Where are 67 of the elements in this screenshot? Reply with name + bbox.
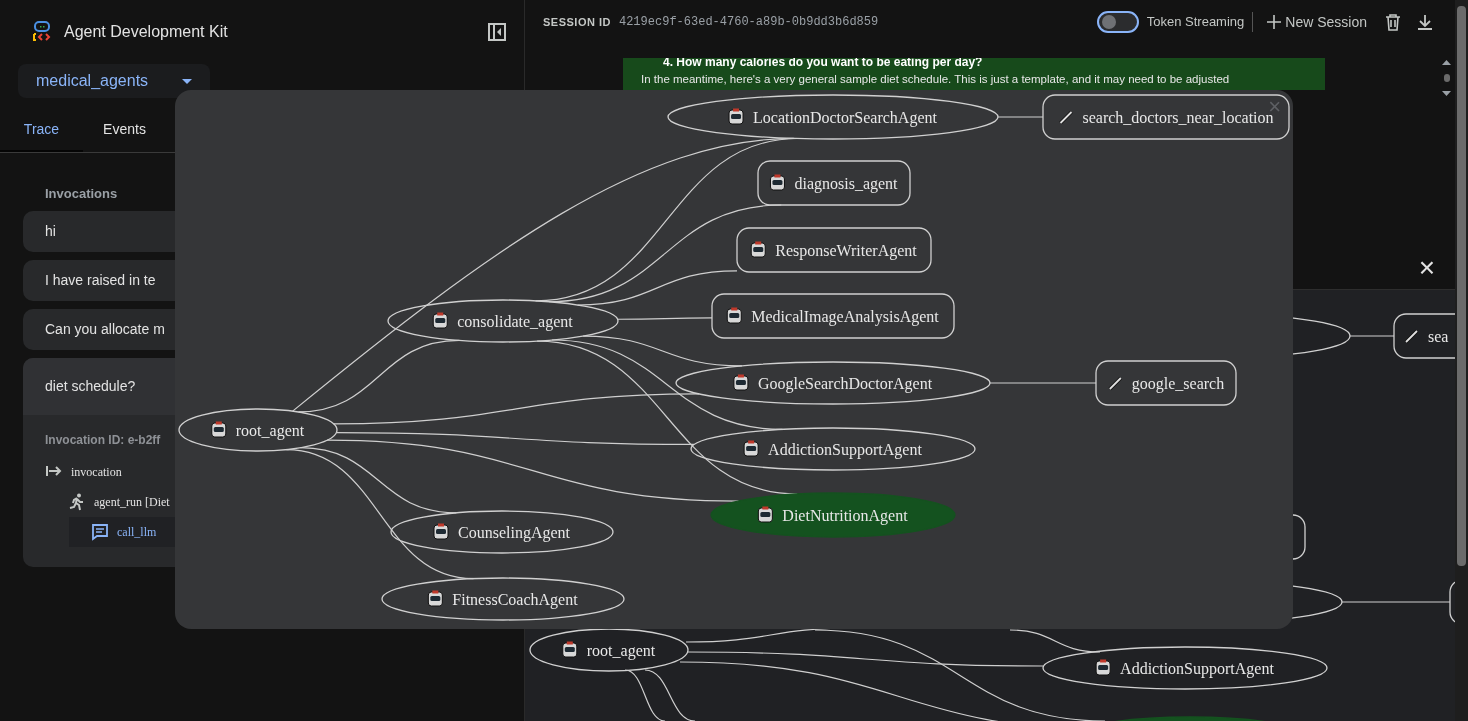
node-label: FitnessCoachAgent [452,590,578,608]
wrench-icon [1108,376,1123,391]
invocation-item[interactable]: I have raised in te [23,260,175,301]
app-select-value: medical_agents [36,71,149,91]
robot-icon [433,523,449,540]
scroll-down-icon [1442,91,1451,96]
node-label: DietNutritionAgent [782,506,908,524]
robot-icon [728,108,744,125]
plus-icon [1267,15,1282,29]
section-title: Invocations [44,185,119,203]
session-id: 4219ec9f-63ed-4760-a89b-0b9dd3b6d859 [618,14,880,31]
node-label: root_agent [586,641,656,659]
robot-icon [757,506,773,523]
trash-icon [1385,13,1401,31]
robot-icon [743,440,759,457]
edge-line [997,116,1044,118]
caret-icon [182,78,192,84]
panel-icon [488,23,506,41]
tab[interactable]: Events [83,108,166,152]
close-button[interactable]: × [1414,253,1439,282]
robot-icon [733,374,749,391]
node-label: CounselingAgent [458,523,570,541]
toggle-switch[interactable] [1096,11,1139,33]
node-label: LocationDoctorSearchAgent [753,108,937,126]
edge-line [624,669,666,721]
invocation-id: Invocation ID: e-b2ff [45,432,162,449]
node-label: google_search [1131,374,1225,392]
scroll-up-icon [1442,60,1451,65]
robot-icon [750,241,766,258]
wrench-icon [1404,329,1419,344]
robot-icon [211,421,227,438]
wrench-icon [1059,110,1073,125]
message-text: 4. How many calories do you want to be eating per day? [662,58,984,69]
session-label: SESSION ID [543,14,611,30]
robot-icon [432,312,448,329]
robot-icon [562,641,578,658]
chat-icon [91,523,109,541]
node-label: AddictionSupportAgent [1120,659,1274,677]
trace-span[interactable]: call_llm [69,517,175,547]
running-icon [68,493,86,511]
node-label: search_doctors_near_location [1082,108,1274,126]
node-label: root_agent [235,421,305,439]
new-session-button[interactable]: New Session [1261,11,1373,33]
node-label: sea [1428,327,1449,345]
node-label: MedicalImageAnalysisAgent [751,307,939,325]
robot-icon [726,307,742,324]
robot-icon [427,590,443,607]
invocation-item[interactable]: Can you allocate m [23,309,175,350]
trace-span[interactable]: agent_run [Diet [68,487,175,517]
download-icon [1417,14,1433,30]
edge-line [1349,335,1395,337]
invocation-item[interactable]: hi [23,211,175,252]
message-text: In the meantime, here's a very general sample diet schedule. This is just a template, and it may need to be adjusted [641,72,1231,86]
node-label: consolidate_agent [457,312,573,330]
app-select[interactable]: medical_agents [18,64,210,98]
trace-span[interactable]: invocation [45,457,175,487]
invocation-item[interactable]: diet schedule? Invocation ID: e-b2ff invocation agent_run [Diet call_llm [23,358,175,567]
toggle-label: Token Streaming [1146,12,1254,32]
robot-icon [1095,659,1111,676]
node-label: ResponseWriterAgent [775,241,917,259]
node-label: diagnosis_agent [794,174,898,192]
node-label: AddictionSupportAgent [768,440,922,458]
scrollbar-thumb [1443,74,1450,82]
app-title: Agent Development Kit [64,22,229,42]
node-label: GoogleSearchDoctorAgent [757,374,933,392]
robot-icon [769,174,785,191]
tab[interactable]: Trace [0,108,83,152]
